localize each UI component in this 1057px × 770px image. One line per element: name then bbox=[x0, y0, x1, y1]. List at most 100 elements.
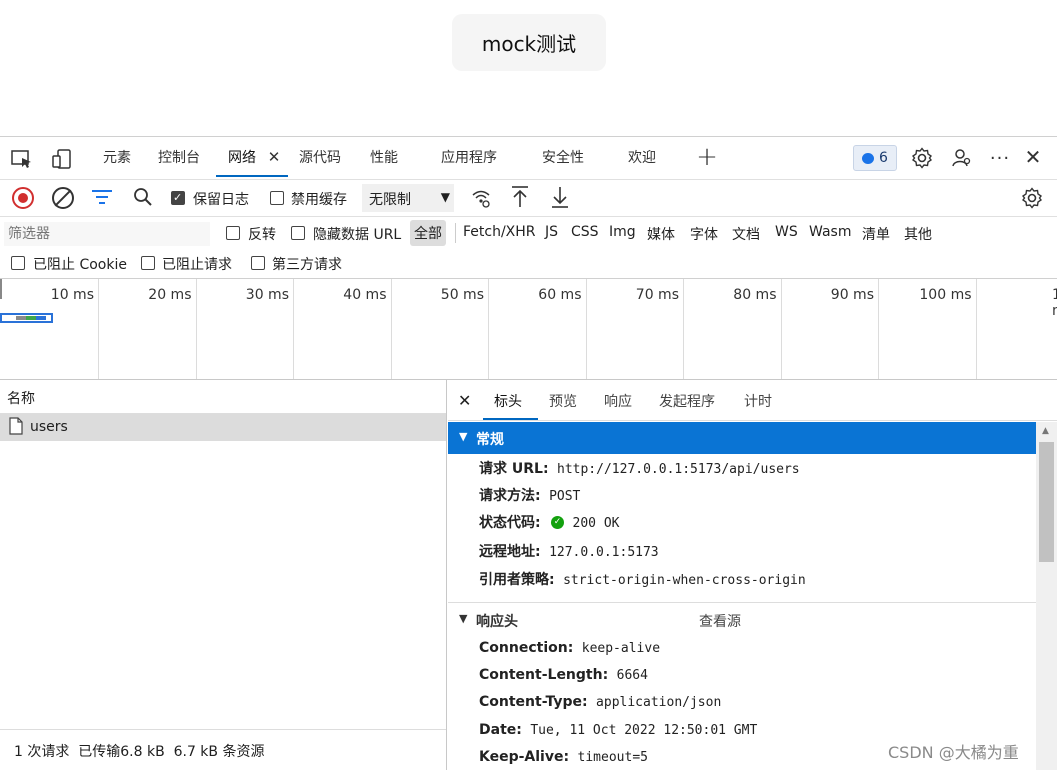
tab-welcome[interactable]: 欢迎 bbox=[628, 137, 656, 177]
invert-checkbox[interactable] bbox=[226, 226, 240, 240]
type-filter-ws[interactable]: WS bbox=[775, 224, 798, 240]
type-filter-doc[interactable]: 文档 bbox=[732, 224, 760, 244]
filter-input[interactable] bbox=[4, 222, 210, 246]
row-value: application/json bbox=[596, 695, 722, 710]
tab-timing[interactable]: 计时 bbox=[744, 384, 772, 420]
tab-response[interactable]: 响应 bbox=[604, 384, 632, 420]
clear-icon[interactable] bbox=[52, 187, 74, 209]
row-value: strict-origin-when-cross-origin bbox=[563, 573, 806, 588]
export-har-icon[interactable] bbox=[549, 185, 571, 209]
network-conditions-icon[interactable] bbox=[470, 187, 492, 209]
tab-security[interactable]: 安全性 bbox=[542, 137, 584, 177]
response-headers-section-header[interactable]: ▼ 响应头 查看源 bbox=[448, 604, 1036, 636]
timeline-tick-label: 90 ms bbox=[830, 287, 874, 303]
filter-divider bbox=[455, 223, 456, 243]
tab-elements[interactable]: 元素 bbox=[103, 137, 131, 177]
row-key: 请求 URL: bbox=[479, 461, 549, 477]
tab-sources[interactable]: 源代码 bbox=[299, 137, 341, 177]
timeline-tick-label: 30 ms bbox=[245, 287, 289, 303]
tab-console[interactable]: 控制台 bbox=[158, 137, 200, 177]
type-filter-all[interactable]: 全部 bbox=[410, 220, 446, 246]
close-devtools-icon[interactable]: ✕ bbox=[1022, 145, 1044, 169]
blocked-requests-checkbox[interactable] bbox=[141, 256, 155, 270]
network-settings-gear-icon[interactable] bbox=[1020, 186, 1044, 210]
device-emulation-icon[interactable] bbox=[50, 147, 74, 171]
detail-row: Content-Type: application/json bbox=[479, 694, 721, 710]
record-icon[interactable] bbox=[12, 187, 34, 209]
watermark: CSDN @大橘为重 bbox=[888, 743, 1019, 762]
more-options-icon[interactable]: ··· bbox=[988, 146, 1012, 170]
filter-icon[interactable] bbox=[92, 190, 112, 206]
tab-preview[interactable]: 预览 bbox=[549, 384, 577, 420]
row-key: Content-Type: bbox=[479, 694, 588, 710]
row-key: 请求方法: bbox=[479, 488, 541, 504]
timeline-tick-label: 70 ms bbox=[635, 287, 679, 303]
general-section-header[interactable]: ▼ 常规 bbox=[448, 422, 1036, 454]
row-value: http://127.0.0.1:5173/api/users bbox=[557, 462, 800, 477]
type-filter-manifest[interactable]: 清单 bbox=[862, 224, 890, 244]
user-profile-icon[interactable] bbox=[950, 146, 974, 170]
row-key: Keep-Alive: bbox=[479, 749, 570, 765]
type-filter-css[interactable]: CSS bbox=[571, 224, 599, 240]
row-key: Content-Length: bbox=[479, 667, 609, 683]
scroll-up-arrow-icon[interactable]: ▲ bbox=[1042, 426, 1049, 436]
third-party-label: 第三方请求 bbox=[272, 257, 342, 273]
row-value: 6664 bbox=[616, 668, 648, 683]
status-bar: 1 次请求 已传输6.8 kB 6.7 kB 条资源 bbox=[0, 729, 446, 770]
row-key: Date: bbox=[479, 722, 522, 738]
type-filter-media[interactable]: 媒体 bbox=[647, 224, 675, 244]
type-filter-fetch-xhr[interactable]: Fetch/XHR bbox=[463, 224, 536, 240]
message-icon bbox=[862, 152, 875, 164]
request-list-header: 名称 bbox=[0, 380, 446, 414]
timeline-tick-label: 100 ms bbox=[919, 287, 972, 303]
search-icon[interactable] bbox=[133, 187, 153, 207]
throttle-value: 无限制 bbox=[369, 192, 411, 208]
disable-cache-checkbox[interactable] bbox=[270, 191, 284, 205]
type-filter-wasm[interactable]: Wasm bbox=[809, 224, 851, 240]
response-headers-title: 响应头 bbox=[476, 614, 518, 630]
third-party-checkbox[interactable] bbox=[251, 256, 265, 270]
table-row[interactable]: users bbox=[0, 414, 446, 441]
general-section-title: 常规 bbox=[476, 432, 504, 448]
timeline-tick-label: 110 ms bbox=[1052, 287, 1057, 319]
details-scrollbar[interactable]: ▲ bbox=[1036, 422, 1057, 770]
hide-data-url-checkbox[interactable] bbox=[291, 226, 305, 240]
row-key: 远程地址: bbox=[479, 544, 541, 560]
inspect-element-icon[interactable] bbox=[10, 147, 34, 171]
timeline-gridline bbox=[780, 279, 782, 379]
timeline-tick-label: 40 ms bbox=[343, 287, 387, 303]
timeline-tick-label: 10 ms bbox=[50, 287, 94, 303]
invert-label: 反转 bbox=[248, 227, 276, 243]
close-details-icon[interactable]: ✕ bbox=[458, 391, 471, 410]
timeline-gridline bbox=[293, 279, 294, 379]
close-tab-icon[interactable]: ✕ bbox=[266, 148, 282, 166]
add-tab-icon[interactable]: + bbox=[695, 142, 719, 172]
throttle-select[interactable]: 无限制 ▼ bbox=[362, 184, 454, 212]
status-summary: 1 次请求 已传输6.8 kB 6.7 kB 条资源 bbox=[14, 744, 265, 760]
tab-headers[interactable]: 标头 bbox=[494, 384, 522, 420]
scrollbar-thumb[interactable] bbox=[1039, 442, 1054, 562]
type-filter-other[interactable]: 其他 bbox=[904, 224, 932, 244]
issues-badge[interactable]: 6 bbox=[853, 145, 897, 171]
type-filter-font[interactable]: 字体 bbox=[690, 224, 718, 244]
tab-network[interactable]: 网络 bbox=[228, 137, 256, 177]
preserve-log-checkbox[interactable] bbox=[171, 191, 185, 205]
preserve-log-label: 保留日志 bbox=[193, 192, 249, 208]
row-value: Tue, 11 Oct 2022 12:50:01 GMT bbox=[530, 723, 758, 738]
mock-test-button[interactable]: mock测试 bbox=[452, 14, 606, 71]
network-overview-timeline[interactable]: 10 ms 20 ms 30 ms 40 ms 50 ms 60 ms 70 ms 80 ms… bbox=[0, 278, 1057, 379]
tab-initiator[interactable]: 发起程序 bbox=[659, 384, 715, 420]
blocked-cookie-checkbox[interactable] bbox=[11, 256, 25, 270]
tab-performance[interactable]: 性能 bbox=[370, 137, 398, 177]
import-har-icon[interactable] bbox=[509, 185, 531, 209]
issues-count: 6 bbox=[879, 150, 888, 166]
settings-gear-icon[interactable] bbox=[910, 146, 934, 170]
name-column-header[interactable]: 名称 bbox=[7, 388, 35, 408]
detail-row: Keep-Alive: timeout=5 bbox=[479, 749, 648, 765]
collapse-triangle-icon: ▼ bbox=[459, 612, 468, 625]
view-source-link[interactable]: 查看源 bbox=[699, 611, 741, 631]
type-filter-img[interactable]: Img bbox=[609, 224, 636, 240]
tab-application[interactable]: 应用程序 bbox=[441, 137, 497, 177]
type-filter-js[interactable]: JS bbox=[545, 224, 558, 240]
detail-row: 远程地址: 127.0.0.1:5173 bbox=[479, 541, 659, 561]
